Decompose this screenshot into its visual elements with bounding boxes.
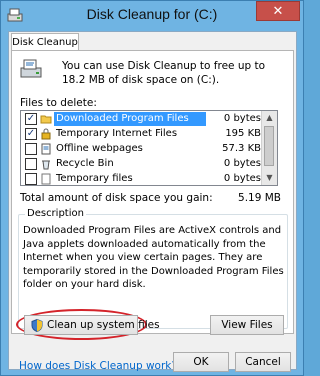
description-text: Downloaded Program Files are ActiveX con… <box>23 225 284 290</box>
list-item[interactable]: Offline webpages 57.3 KB <box>21 142 263 157</box>
help-link[interactable]: How does Disk Cleanup work? <box>19 360 177 372</box>
list-item[interactable]: ✓ Downloaded Program Files 0 bytes <box>21 112 263 127</box>
file-name: Downloaded Program Files <box>54 112 206 126</box>
file-name: Temporary files <box>56 173 133 184</box>
page-icon <box>41 143 51 155</box>
files-list[interactable]: ✓ Downloaded Program Files 0 bytes ✓ Tem… <box>20 110 278 186</box>
list-scrollbar[interactable]: ▲ ▼ <box>261 111 277 185</box>
checkbox[interactable] <box>25 143 37 155</box>
clean-up-system-files-label: Clean up system files <box>47 319 160 331</box>
file-name: Temporary Internet Files <box>56 128 178 139</box>
file-size: 195 KB <box>225 128 261 139</box>
lock-icon <box>41 128 51 140</box>
description-title: Description <box>25 208 86 219</box>
recycle-bin-icon <box>42 160 50 170</box>
disk-cleanup-window: Disk Cleanup for (C:) ✕ Disk Cleanup You… <box>0 0 304 376</box>
file-size: 57.3 KB <box>222 143 261 154</box>
checkbox[interactable] <box>25 158 37 170</box>
drive-icon <box>20 59 42 78</box>
close-button[interactable]: ✕ <box>256 1 300 21</box>
intro-text: You can use Disk Cleanup to free up to 1… <box>62 60 266 86</box>
file-name: Recycle Bin <box>56 158 114 169</box>
files-to-delete-label: Files to delete: <box>20 97 97 109</box>
title-bar[interactable]: Disk Cleanup for (C:) ✕ <box>1 1 303 31</box>
checkbox[interactable] <box>25 173 37 185</box>
list-item[interactable]: ✓ Temporary Internet Files 195 KB <box>21 127 263 142</box>
view-files-button[interactable]: View Files <box>210 315 284 335</box>
checkbox[interactable]: ✓ <box>25 128 37 140</box>
file-icon <box>41 173 51 185</box>
scroll-thumb[interactable] <box>264 126 274 166</box>
dialog-body: Disk Cleanup You can use Disk Cleanup to… <box>8 31 297 372</box>
file-size: 0 bytes <box>223 113 261 124</box>
cancel-button[interactable]: Cancel <box>235 352 291 372</box>
uac-shield-icon <box>31 319 43 332</box>
total-space-label: Total amount of disk space you gain: <box>20 192 213 204</box>
folder-icon <box>40 115 52 124</box>
tab-panel: You can use Disk Cleanup to free up to 1… <box>11 50 294 340</box>
ok-button[interactable]: OK <box>173 352 229 372</box>
list-item[interactable]: Recycle Bin 0 bytes <box>21 157 263 172</box>
file-size: 0 bytes <box>223 173 261 184</box>
file-name: Offline webpages <box>56 143 143 154</box>
clean-up-system-files-button[interactable]: Clean up system files <box>24 315 160 335</box>
checkbox[interactable]: ✓ <box>25 113 37 125</box>
total-space-value: 5.19 MB <box>238 192 281 204</box>
file-size: 0 bytes <box>223 158 261 169</box>
list-item[interactable]: Temporary files 0 bytes <box>21 172 263 185</box>
scroll-down-arrow-icon[interactable]: ▼ <box>262 171 277 185</box>
scroll-up-arrow-icon[interactable]: ▲ <box>262 111 277 125</box>
